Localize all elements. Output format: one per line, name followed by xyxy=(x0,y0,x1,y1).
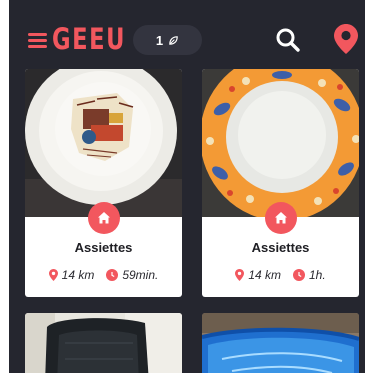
plate-image xyxy=(202,69,359,217)
clock-icon xyxy=(293,269,305,281)
app-screen: GEEU 1 Assiettes 14 km 59min. Assiettes … xyxy=(9,0,365,373)
plate-image xyxy=(25,69,182,217)
home-icon xyxy=(275,212,287,224)
distance-text: 14 km xyxy=(248,268,281,282)
location-pin-icon[interactable] xyxy=(334,24,358,54)
product-card[interactable]: Assiettes 14 km 1h. xyxy=(202,69,359,297)
distance-group: 14 km xyxy=(235,268,281,282)
location-pin-icon xyxy=(235,269,245,281)
product-image[interactable] xyxy=(202,69,359,217)
leaf-icon xyxy=(169,35,178,45)
product-image[interactable] xyxy=(25,69,182,217)
product-card[interactable] xyxy=(202,313,359,373)
pool-image xyxy=(202,313,359,373)
product-meta: 14 km 1h. xyxy=(202,268,359,282)
search-icon[interactable] xyxy=(275,27,301,53)
home-badge xyxy=(265,202,297,234)
hamburger-menu-icon[interactable] xyxy=(28,33,47,48)
product-title: Assiettes xyxy=(251,240,310,255)
distance-group: 14 km xyxy=(48,268,95,282)
time-text: 1h. xyxy=(309,268,326,282)
chair-image xyxy=(25,313,182,373)
clock-icon xyxy=(106,269,119,281)
home-icon xyxy=(98,212,110,224)
location-pin-icon xyxy=(48,269,58,281)
time-group: 59min. xyxy=(106,268,158,282)
product-title: Assiettes xyxy=(74,240,133,255)
top-bar: GEEU 1 xyxy=(9,0,365,70)
home-badge xyxy=(88,202,120,234)
product-card[interactable] xyxy=(25,313,182,373)
product-card[interactable]: Assiettes 14 km 59min. xyxy=(25,69,182,297)
distance-text: 14 km xyxy=(61,268,95,282)
product-meta: 14 km 59min. xyxy=(25,268,182,282)
counter-pill[interactable]: 1 xyxy=(133,25,202,55)
counter-value: 1 xyxy=(155,32,164,48)
time-group: 1h. xyxy=(293,268,326,282)
app-logo: GEEU xyxy=(52,22,127,56)
time-text: 59min. xyxy=(122,268,159,282)
